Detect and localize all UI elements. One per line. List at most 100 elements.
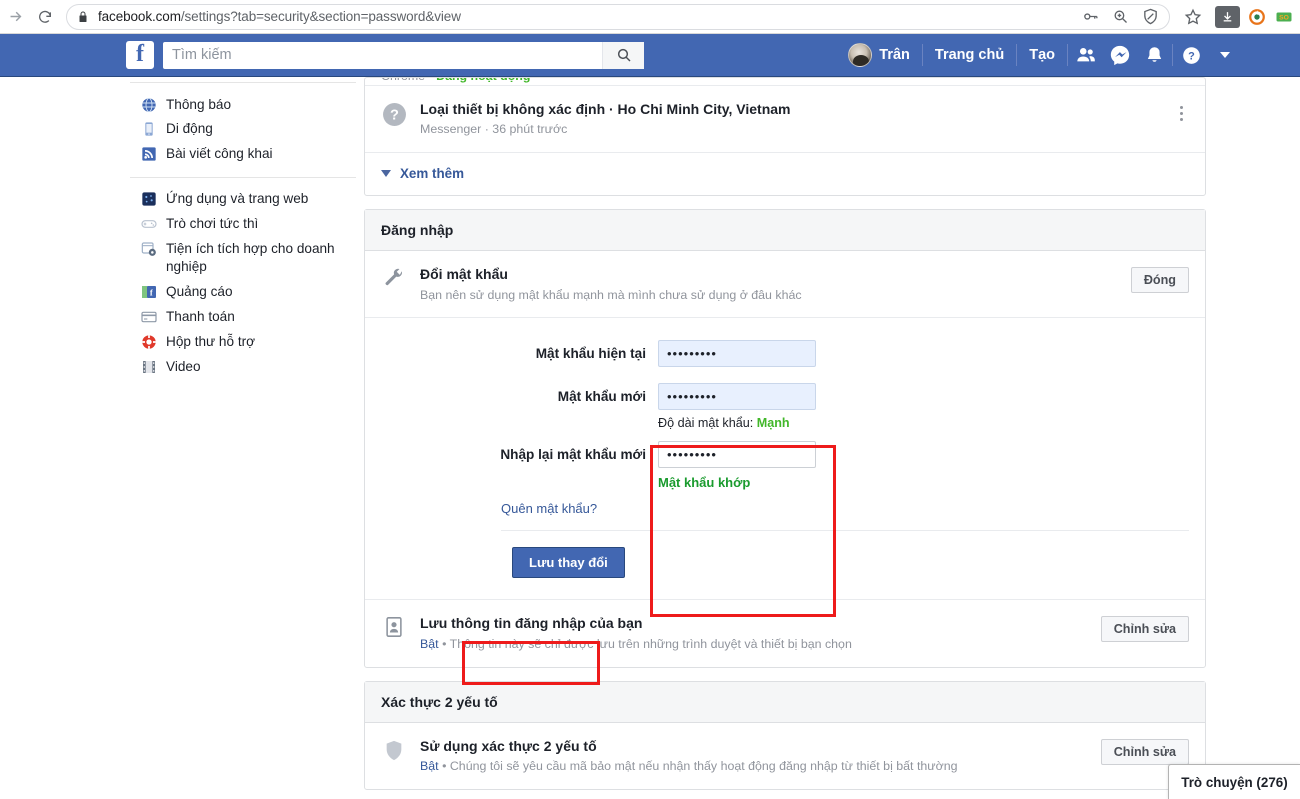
facebook-navbar: f Trân Trang chủ Tạo ? bbox=[0, 34, 1300, 77]
current-password-input[interactable] bbox=[658, 340, 816, 368]
save-changes-button[interactable]: Lưu thay đổi bbox=[512, 547, 625, 579]
sidebar-item-instant-games[interactable]: Trò chơi tức thì bbox=[130, 212, 356, 237]
url-text: facebook.com/settings?tab=security&secti… bbox=[98, 9, 461, 24]
confirm-password-line: Nhập lại mật khẩu mới Mật khẩu khớp bbox=[381, 441, 1189, 490]
two-factor-subtitle: Bật • Chúng tôi sẽ yêu cầu mã bảo mật nế… bbox=[420, 758, 1088, 775]
close-button[interactable]: Đóng bbox=[1130, 267, 1189, 294]
two-factor-row: Sử dụng xác thực 2 yếu tố Bật • Chúng tô… bbox=[365, 723, 1205, 789]
active-sessions-card: Chrome · Đang hoạt động ? Loại thiết bị … bbox=[364, 77, 1206, 197]
payment-card-icon bbox=[141, 309, 157, 325]
change-password-row: Đổi mật khẩu Bạn nên sử dụng mật khẩu mạ… bbox=[365, 251, 1205, 319]
new-password-input[interactable] bbox=[658, 383, 816, 411]
password-match-message: Mật khẩu khớp bbox=[658, 475, 751, 491]
sidebar-item-label: Quảng cáo bbox=[166, 284, 233, 300]
chat-label: Trò chuyện (276) bbox=[1181, 774, 1288, 790]
change-password-title: Đổi mật khẩu bbox=[420, 266, 508, 283]
globe-icon bbox=[141, 97, 157, 113]
save-login-info-state[interactable]: Bật bbox=[420, 637, 439, 651]
current-password-label: Mật khẩu hiện tại bbox=[535, 346, 646, 362]
strength-value: Mạnh bbox=[756, 416, 790, 431]
search-input[interactable] bbox=[163, 41, 602, 69]
notifications-bell-icon[interactable] bbox=[1137, 42, 1171, 68]
sidebar-item-label: Di động bbox=[166, 121, 213, 137]
forward-arrow-icon[interactable] bbox=[0, 2, 30, 32]
chat-widget[interactable]: Trò chuyện (276) bbox=[1168, 764, 1300, 799]
edit-two-factor-button[interactable]: Chỉnh sửa bbox=[1100, 738, 1189, 765]
sidebar-item-notifications[interactable]: Thông báo bbox=[130, 92, 356, 117]
settings-sidebar: Thông báo Di động Bài viết công khai Ứng… bbox=[130, 77, 357, 799]
gamepad-icon bbox=[141, 216, 157, 232]
sidebar-item-label: Trò chơi tức thì bbox=[166, 216, 259, 232]
save-login-info-title: Lưu thông tin đăng nhập của bạn bbox=[420, 615, 643, 632]
sidebar-item-label: Thông báo bbox=[166, 96, 232, 112]
key-icon[interactable] bbox=[1082, 8, 1099, 25]
create-label: Tạo bbox=[1029, 47, 1055, 63]
two-factor-desc: Chúng tôi sẽ yêu cầu mã bảo mật nếu nhận… bbox=[449, 759, 958, 774]
password-strength-hint: Độ dài mật khẩu: Mạnh bbox=[658, 416, 816, 430]
profile-link[interactable]: Trân bbox=[837, 42, 921, 68]
account-menu-chevron-down-icon[interactable] bbox=[1208, 42, 1242, 68]
clipped-session-text: Chrome · Đang hoạt động bbox=[381, 78, 530, 83]
sidebar-group-1: Thông báo Di động Bài viết công khai bbox=[130, 83, 356, 178]
kebab-menu-icon bbox=[1174, 102, 1189, 125]
home-link[interactable]: Trang chủ bbox=[924, 42, 1015, 68]
svg-text:?: ? bbox=[1188, 50, 1195, 62]
extension-icon-orange[interactable] bbox=[1247, 7, 1267, 27]
save-login-info-subtitle: Bật • Thông tin này sẽ chỉ được lưu trên… bbox=[420, 636, 1088, 653]
sidebar-item-apps-websites[interactable]: Ứng dụng và trang web bbox=[130, 187, 356, 212]
change-password-subtitle: Bạn nên sử dụng mật khẩu mạnh mà mình ch… bbox=[420, 287, 802, 302]
address-bar[interactable]: facebook.com/settings?tab=security&secti… bbox=[66, 3, 1170, 30]
sidebar-item-support-inbox[interactable]: Hộp thư hỗ trợ bbox=[130, 329, 356, 354]
divider bbox=[1172, 44, 1173, 66]
login-card: Đăng nhập Đổi mật khẩu Bạn nên sử dụng m… bbox=[364, 209, 1206, 668]
clipped-session-row: Chrome · Đang hoạt động bbox=[365, 78, 1205, 86]
profile-name: Trân bbox=[879, 47, 910, 63]
divider bbox=[921, 44, 923, 66]
search-box[interactable] bbox=[163, 41, 644, 69]
sidebar-item-label: Tiện ích tích hợp cho doanh nghiệp bbox=[166, 241, 335, 275]
sidebar-item-public-posts[interactable]: Bài viết công khai bbox=[130, 142, 356, 167]
svg-text:SO: SO bbox=[1279, 14, 1289, 21]
lock-icon bbox=[77, 10, 89, 24]
svg-text:?: ? bbox=[390, 108, 399, 124]
confirm-password-input[interactable] bbox=[658, 441, 816, 469]
id-card-icon bbox=[381, 614, 407, 638]
sidebar-item-label: Hộp thư hỗ trợ bbox=[166, 333, 256, 349]
bullet-separator: • bbox=[442, 636, 447, 651]
help-icon[interactable]: ? bbox=[1174, 42, 1208, 68]
sidebar-item-payments[interactable]: Thanh toán bbox=[130, 305, 356, 330]
sidebar-item-ads[interactable]: f Quảng cáo bbox=[130, 280, 356, 305]
save-login-info-desc: Thông tin này sẽ chỉ được lưu trên những… bbox=[449, 636, 852, 651]
two-factor-card: Xác thực 2 yếu tố Sử dụng xác thực 2 yếu… bbox=[364, 680, 1206, 790]
session-menu-button[interactable] bbox=[1174, 100, 1189, 125]
two-factor-state[interactable]: Bật bbox=[420, 759, 439, 773]
sidebar-item-label: Thanh toán bbox=[166, 309, 235, 324]
friend-requests-icon[interactable] bbox=[1069, 42, 1103, 68]
sidebar-item-business-integrations[interactable]: Tiện ích tích hợp cho doanh nghiệp bbox=[130, 237, 356, 280]
sidebar-item-video[interactable]: Video bbox=[130, 354, 356, 379]
svg-text:f: f bbox=[150, 287, 153, 297]
sidebar-item-mobile[interactable]: Di động bbox=[130, 117, 356, 142]
download-icon[interactable] bbox=[1215, 5, 1240, 28]
messenger-icon[interactable] bbox=[1103, 42, 1137, 68]
session-row[interactable]: ? Loại thiết bị không xác định · Ho Chi … bbox=[365, 86, 1205, 154]
extension-icon-seo[interactable]: SO bbox=[1274, 7, 1294, 27]
search-icon[interactable] bbox=[602, 41, 644, 69]
create-link[interactable]: Tạo bbox=[1018, 42, 1066, 68]
two-factor-card-header: Xác thực 2 yếu tố bbox=[365, 681, 1205, 723]
page-body: Thông báo Di động Bài viết công khai Ứng… bbox=[0, 77, 1300, 799]
strength-prefix: Độ dài mật khẩu: bbox=[658, 416, 754, 431]
session-meta: Messenger · 36 phút trước bbox=[420, 122, 568, 137]
video-film-icon bbox=[141, 359, 157, 375]
edit-save-login-info-button[interactable]: Chỉnh sửa bbox=[1100, 616, 1189, 643]
zoom-search-icon[interactable] bbox=[1112, 8, 1129, 25]
star-icon[interactable] bbox=[1178, 2, 1208, 32]
shield-block-icon[interactable] bbox=[1142, 8, 1159, 25]
facebook-logo-icon[interactable]: f bbox=[126, 41, 154, 69]
change-password-form: Mật khẩu hiện tại Mật khẩu mới Độ dài mậ… bbox=[365, 318, 1205, 599]
new-password-line: Mật khẩu mới Độ dài mật khẩu: Mạnh bbox=[381, 383, 1189, 430]
session-title: Loại thiết bị không xác định · Ho Chi Mi… bbox=[420, 101, 791, 117]
see-more-button[interactable]: Xem thêm bbox=[365, 153, 1205, 195]
reload-icon[interactable] bbox=[30, 2, 60, 32]
forgot-password-link[interactable]: Quên mật khẩu? bbox=[381, 501, 1189, 516]
